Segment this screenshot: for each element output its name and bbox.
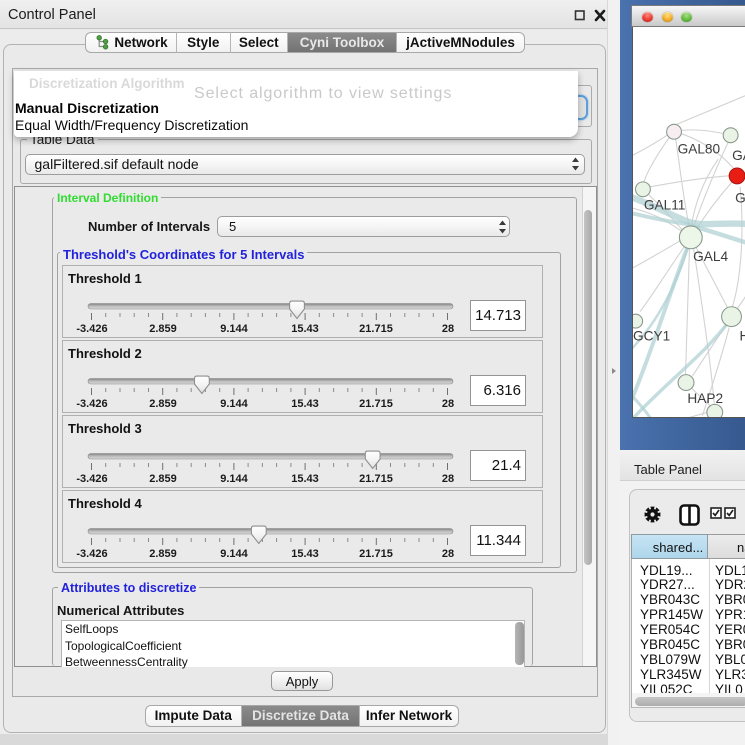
svg-text:GAL11: GAL11 <box>644 198 686 213</box>
svg-text:G: G <box>735 191 745 206</box>
svg-text:HAP2: HAP2 <box>687 391 723 406</box>
svg-text:H: H <box>740 328 745 343</box>
svg-text:GAL80: GAL80 <box>678 142 721 157</box>
svg-text:GAL4: GAL4 <box>693 249 728 264</box>
svg-text:GA: GA <box>732 148 745 163</box>
svg-text:GCY1: GCY1 <box>633 328 670 343</box>
